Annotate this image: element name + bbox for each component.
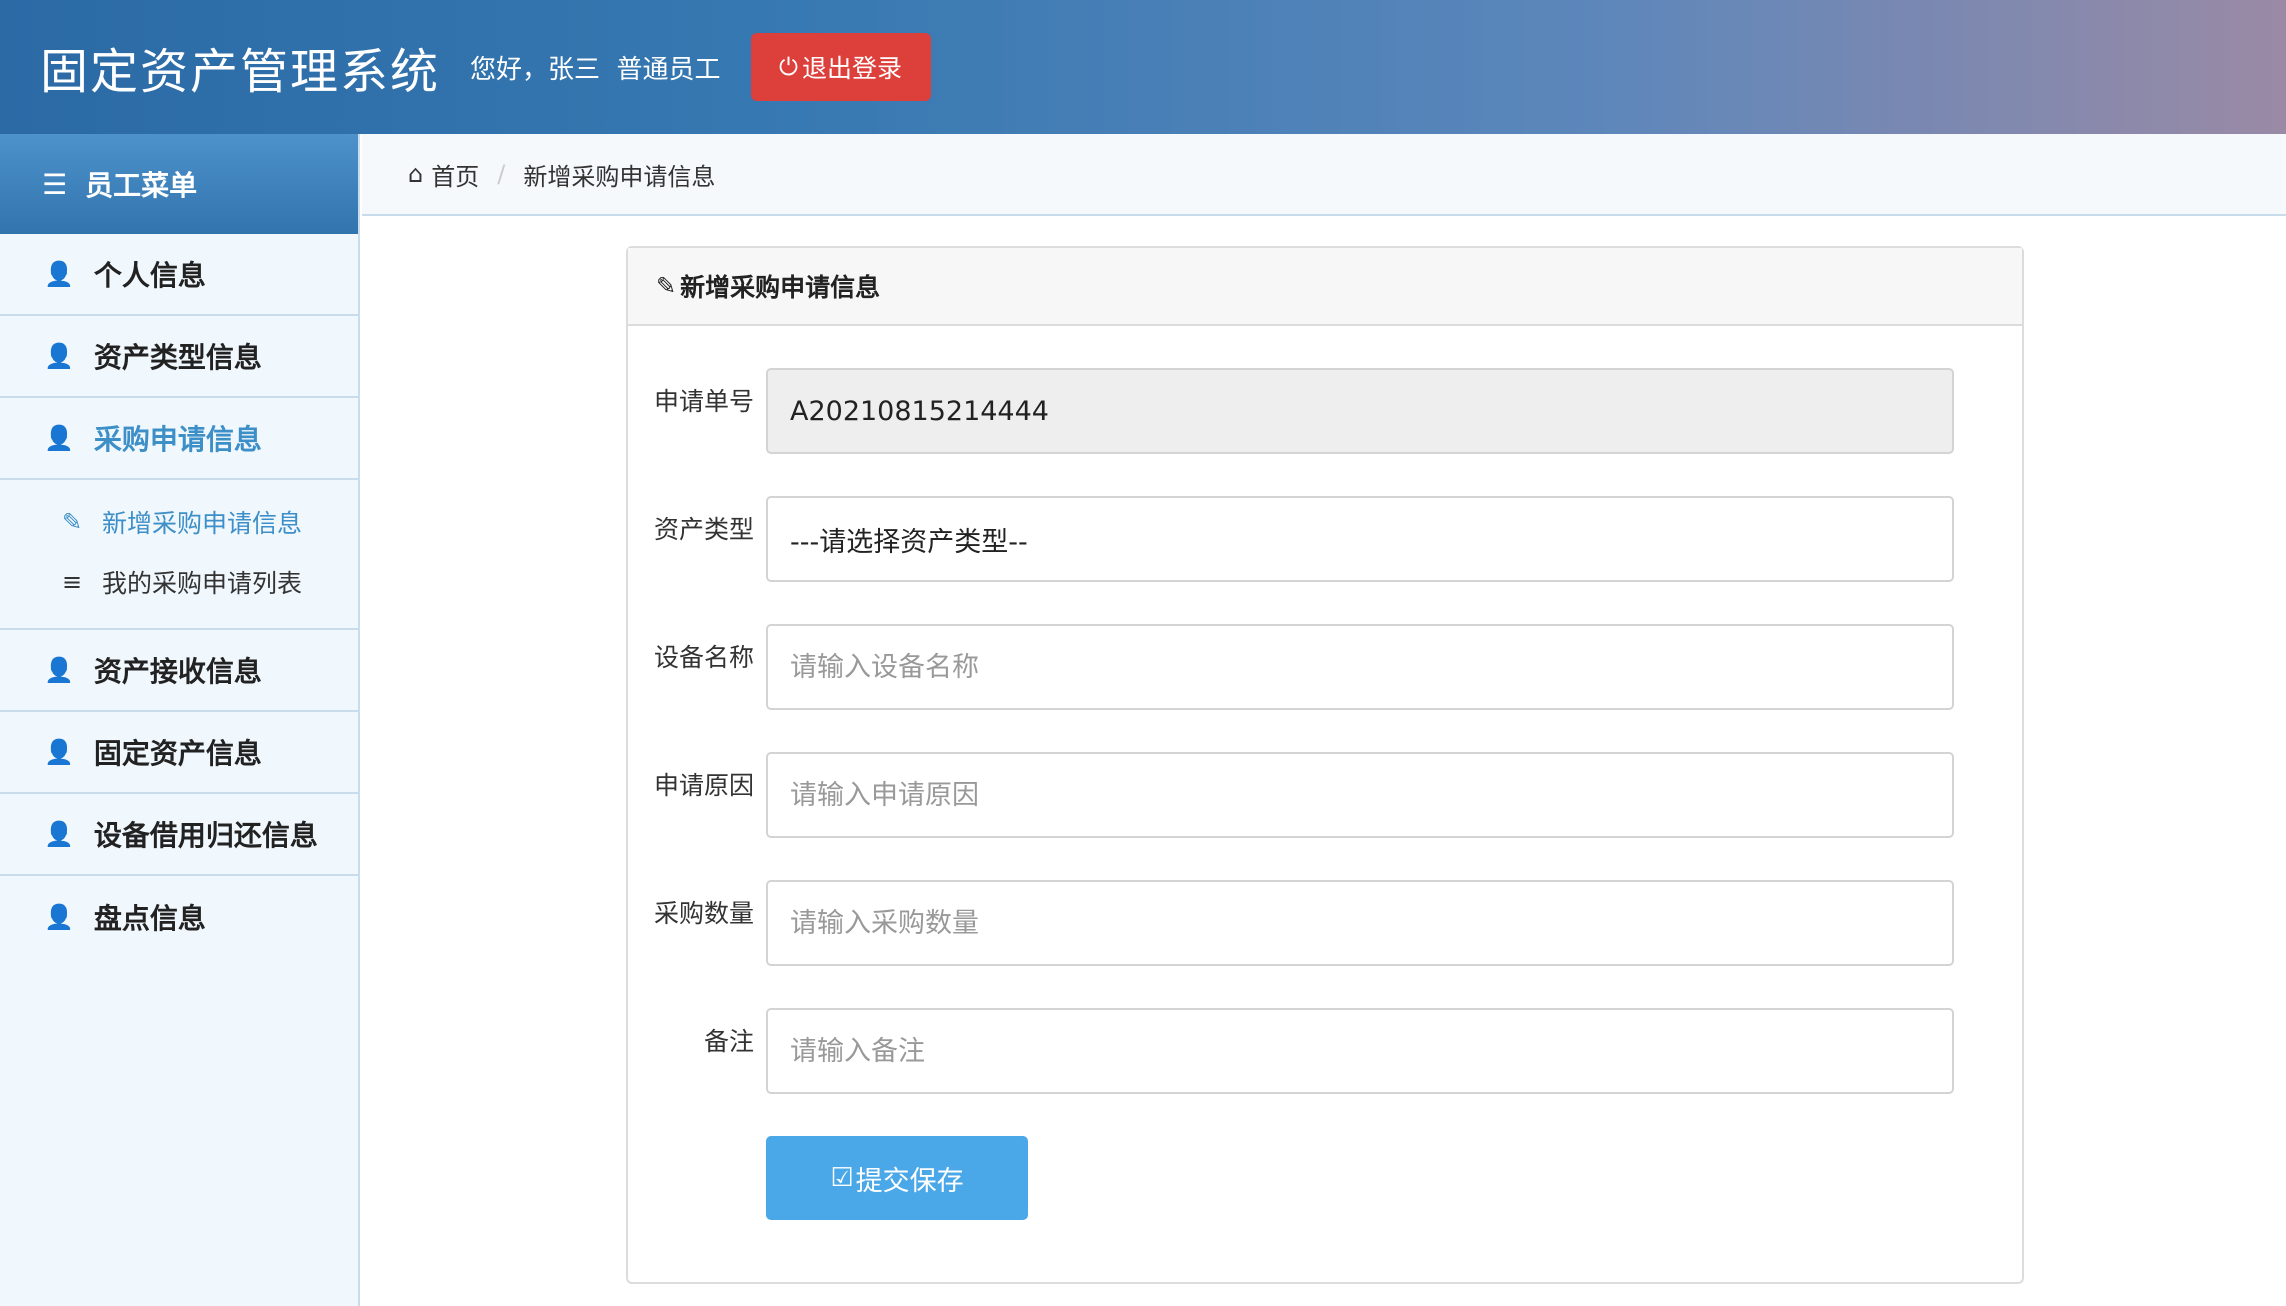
power-icon: ⏻ <box>779 53 799 81</box>
sidebar-subitem-new-purchase[interactable]: ✎ 新增采购申请信息 <box>0 492 358 552</box>
sidebar-item-label: 资产类型信息 <box>93 341 262 374</box>
sidebar-item-asset-type[interactable]: 👤 资产类型信息 <box>0 316 358 398</box>
remark-label: 备注 <box>703 1027 754 1056</box>
user-icon: 👤 <box>44 738 74 766</box>
sidebar-item-label: 个人信息 <box>93 259 206 292</box>
sidebar-item-purchase-request[interactable]: 👤 采购申请信息 <box>0 398 358 480</box>
check-square-icon: ☑ <box>830 1163 854 1193</box>
user-icon: 👤 <box>44 424 74 452</box>
user-icon: 👤 <box>44 820 74 848</box>
quantity-input[interactable] <box>766 880 1954 966</box>
breadcrumb-home-link[interactable]: 首页 <box>431 157 479 192</box>
sidebar-item-fixed-asset[interactable]: 👤 固定资产信息 <box>0 712 358 794</box>
purchase-submenu: ✎ 新增采购申请信息 ≡ 我的采购申请列表 <box>0 480 358 630</box>
sidebar-item-personal-info[interactable]: 👤 个人信息 <box>0 234 358 316</box>
row-order-no: 申请单号 <box>628 368 2022 454</box>
breadcrumb-current: 新增采购申请信息 <box>523 162 716 191</box>
row-reason: 申请原因 <box>628 752 2022 838</box>
asset-type-selected: ---请选择资产类型-- <box>790 526 1028 558</box>
row-quantity: 采购数量 <box>628 880 2022 966</box>
row-device-name: 设备名称 <box>628 624 2022 710</box>
asset-type-label: 资产类型 <box>653 515 754 544</box>
sidebar-subitem-label: 新增采购申请信息 <box>102 509 303 538</box>
asset-type-select[interactable]: ---请选择资产类型-- <box>766 496 1954 582</box>
order-no-label: 申请单号 <box>653 387 754 416</box>
edit-icon: ✎ <box>61 508 83 536</box>
sidebar-item-borrow-return[interactable]: 👤 设备借用归还信息 <box>0 794 358 876</box>
sidebar-heading: ☰ 员工菜单 <box>0 134 358 234</box>
user-icon: 👤 <box>44 260 74 288</box>
sidebar-item-inventory[interactable]: 👤 盘点信息 <box>0 876 358 958</box>
submit-label: 提交保存 <box>855 1165 964 1197</box>
row-asset-type: 资产类型 ---请选择资产类型-- <box>628 496 2022 582</box>
logout-button[interactable]: ⏻ 退出登录 <box>750 33 931 101</box>
sidebar-heading-label: 员工菜单 <box>85 169 198 202</box>
row-remark: 备注 <box>628 1008 2022 1094</box>
order-no-field[interactable] <box>766 368 1954 454</box>
sidebar-item-label: 设备借用归还信息 <box>93 819 318 852</box>
form-panel: ✎ 新增采购申请信息 申请单号 资产类型 ---请选择资产类型-- 设备名称 申… <box>626 246 2024 1284</box>
breadcrumb: ⌂ 首页 / 新增采购申请信息 <box>362 134 2286 216</box>
submit-save-button[interactable]: ☑ 提交保存 <box>766 1136 1028 1220</box>
breadcrumb-separator: / <box>497 160 506 188</box>
home-icon: ⌂ <box>408 160 424 188</box>
sidebar-subitem-label: 我的采购申请列表 <box>102 569 303 598</box>
sidebar-item-label: 采购申请信息 <box>93 423 262 456</box>
sidebar-subitem-my-purchase-list[interactable]: ≡ 我的采购申请列表 <box>0 552 358 612</box>
sidebar-item-label: 资产接收信息 <box>93 655 262 688</box>
sidebar: ☰ 员工菜单 👤 个人信息 👤 资产类型信息 👤 采购申请信息 ✎ 新增采购申请… <box>0 134 360 1306</box>
row-submit: ☑ 提交保存 <box>628 1136 2022 1222</box>
top-header: 固定资产管理系统 您好，张三 普通员工 ⏻ 退出登录 <box>0 0 2286 134</box>
user-icon: 👤 <box>44 342 74 370</box>
quantity-label: 采购数量 <box>653 899 754 928</box>
user-icon: 👤 <box>44 903 74 931</box>
app-title: 固定资产管理系统 <box>40 44 441 100</box>
reason-input[interactable] <box>766 752 1954 838</box>
device-name-input[interactable] <box>766 624 1954 710</box>
list-icon: ≡ <box>61 568 83 596</box>
sidebar-item-asset-receive[interactable]: 👤 资产接收信息 <box>0 630 358 712</box>
sidebar-item-label: 盘点信息 <box>93 902 206 935</box>
user-greeting: 您好，张三 普通员工 <box>470 54 721 85</box>
device-name-label: 设备名称 <box>653 643 754 672</box>
reason-label: 申请原因 <box>653 771 754 800</box>
remark-input[interactable] <box>766 1008 1954 1094</box>
list-icon: ☰ <box>42 167 68 201</box>
user-icon: 👤 <box>44 656 74 684</box>
panel-heading: ✎ 新增采购申请信息 <box>628 248 2022 326</box>
logout-label: 退出登录 <box>802 54 903 83</box>
sidebar-item-label: 固定资产信息 <box>93 737 262 770</box>
panel-title: 新增采购申请信息 <box>680 273 881 302</box>
edit-icon: ✎ <box>656 272 677 300</box>
